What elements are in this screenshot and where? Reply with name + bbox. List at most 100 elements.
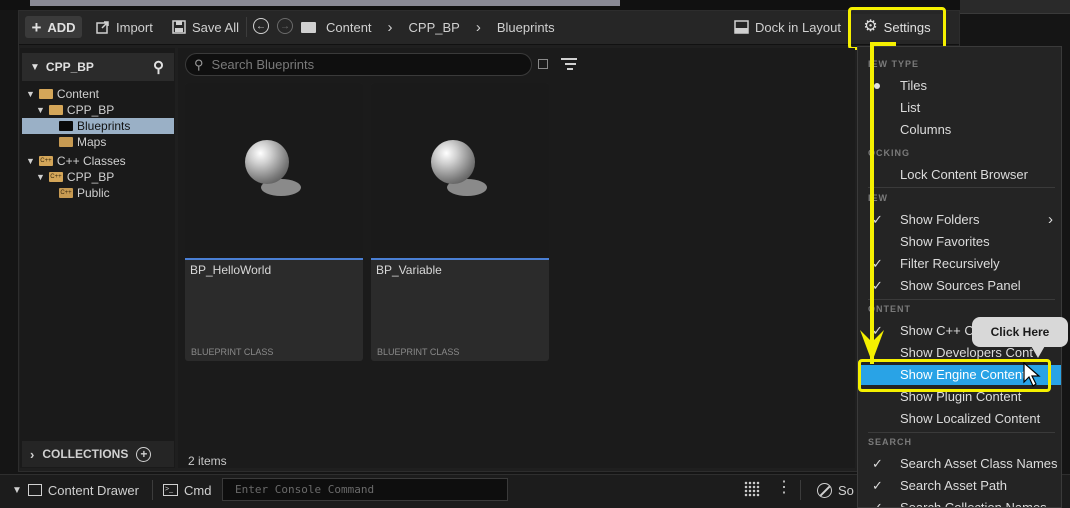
chevron-down-icon: ▼ bbox=[36, 172, 45, 182]
menu-label: Show Sources Panel bbox=[900, 278, 1021, 293]
search-icon[interactable]: ⚲ bbox=[153, 58, 164, 76]
tree-label: CPP_BP bbox=[66, 170, 115, 184]
folder-icon bbox=[59, 121, 73, 131]
content-drawer-button[interactable]: ▼ Content Drawer bbox=[12, 478, 139, 502]
asset-type: BLUEPRINT CLASS bbox=[377, 347, 460, 357]
cpp-folder-icon: C++ bbox=[38, 156, 53, 166]
menu-item-show-sources-panel[interactable]: ✓ Show Sources Panel bbox=[858, 276, 1061, 296]
section-view-type: IEW TYPE bbox=[868, 59, 920, 69]
right-panel-edge bbox=[960, 0, 1070, 14]
save-search-icon[interactable] bbox=[538, 59, 548, 69]
menu-item-search-asset-path[interactable]: ✓ Search Asset Path bbox=[858, 476, 1061, 496]
cmd-button[interactable]: >_ Cmd bbox=[163, 478, 211, 502]
breadcrumb-blueprints[interactable]: Blueprints bbox=[497, 20, 555, 35]
toolbar-divider bbox=[246, 17, 247, 37]
menu-item-search-asset-class-names[interactable]: ✓ Search Asset Class Names bbox=[858, 454, 1061, 474]
radio-selected-icon bbox=[874, 83, 880, 89]
cmd-label: Cmd bbox=[184, 482, 212, 498]
menu-label: Show Developers Cont bbox=[900, 345, 1033, 360]
check-icon: ✓ bbox=[872, 500, 883, 508]
tree-label: C++ Classes bbox=[56, 154, 126, 168]
import-button[interactable]: Import bbox=[96, 16, 153, 38]
source-control-label: So bbox=[838, 482, 854, 498]
chevron-down-icon: ▼ bbox=[36, 105, 45, 115]
menu-separator bbox=[868, 432, 1055, 433]
menu-label: Show C++ Cl bbox=[900, 323, 977, 338]
blueprint-sphere-icon bbox=[245, 140, 289, 184]
sources-header[interactable]: ▼ CPP_BP ⚲ bbox=[22, 53, 174, 81]
source-control-button[interactable]: So bbox=[817, 478, 854, 502]
mouse-cursor-icon bbox=[1023, 362, 1041, 387]
filter-icon[interactable] bbox=[561, 58, 579, 72]
dock-in-layout-button[interactable]: Dock in Layout bbox=[734, 16, 841, 38]
chevron-down-icon: ▼ bbox=[12, 484, 22, 496]
dock-icon bbox=[734, 20, 749, 34]
chevron-down-icon: ▼ bbox=[30, 61, 40, 73]
save-all-label: Save All bbox=[192, 19, 239, 35]
cpp-folder-icon: C++ bbox=[59, 188, 73, 198]
folder-icon bbox=[301, 21, 316, 33]
grid-icon[interactable] bbox=[744, 481, 760, 497]
menu-label: Filter Recursively bbox=[900, 256, 1000, 271]
tree-item-cpp-bp-classes[interactable]: ▼ C++ CPP_BP bbox=[22, 169, 174, 185]
sources-header-label: CPP_BP bbox=[45, 60, 94, 74]
search-icon: ⚲ bbox=[194, 56, 204, 72]
console-command-input[interactable]: Enter Console Command bbox=[222, 478, 508, 501]
terminal-icon: >_ bbox=[163, 484, 178, 496]
menu-item-list[interactable]: List bbox=[858, 98, 1061, 118]
menu-separator bbox=[868, 187, 1055, 188]
click-here-callout: Click Here bbox=[972, 317, 1068, 347]
callout-label: Click Here bbox=[990, 325, 1050, 339]
chevron-right-icon: › bbox=[30, 446, 35, 462]
chevron-down-icon: ▼ bbox=[26, 89, 35, 99]
add-label: ADD bbox=[47, 19, 76, 35]
tree-item-content[interactable]: ▼ Content bbox=[22, 86, 174, 102]
menu-item-show-localized-content[interactable]: Show Localized Content bbox=[858, 409, 1061, 429]
breadcrumb: Content › CPP_BP › Blueprints bbox=[301, 16, 555, 38]
check-icon: ✓ bbox=[872, 478, 883, 493]
menu-item-show-favorites[interactable]: Show Favorites bbox=[858, 232, 1061, 252]
blueprint-sphere-icon bbox=[431, 140, 475, 184]
more-options-icon[interactable]: ⋮ bbox=[776, 480, 792, 496]
asset-tile[interactable]: BP_Variable BLUEPRINT CLASS bbox=[371, 83, 549, 361]
dock-label: Dock in Layout bbox=[755, 19, 841, 35]
tree-item-public[interactable]: C++ Public bbox=[22, 185, 174, 201]
asset-thumbnail bbox=[185, 83, 363, 258]
add-collection-icon[interactable]: + bbox=[136, 446, 152, 462]
settings-highlight-box bbox=[848, 7, 946, 50]
folder-icon bbox=[59, 137, 73, 147]
chevron-right-icon: › bbox=[475, 18, 481, 36]
tree-item-blueprints[interactable]: Blueprints bbox=[22, 118, 174, 134]
asset-tile[interactable]: BP_HelloWorld BLUEPRINT CLASS bbox=[185, 83, 363, 361]
menu-item-show-folders[interactable]: ✓ Show Folders › bbox=[858, 210, 1061, 230]
menu-item-lock-content-browser[interactable]: Lock Content Browser bbox=[858, 165, 1061, 185]
status-divider bbox=[800, 480, 801, 500]
menu-item-filter-recursively[interactable]: ✓ Filter Recursively bbox=[858, 254, 1061, 274]
menu-item-tiles[interactable]: Tiles bbox=[858, 76, 1061, 96]
arrow-head-icon bbox=[860, 330, 884, 362]
menu-item-columns[interactable]: Columns bbox=[858, 120, 1061, 140]
asset-name: BP_HelloWorld bbox=[190, 263, 272, 277]
import-label: Import bbox=[116, 19, 153, 35]
status-divider bbox=[152, 480, 153, 500]
add-button[interactable]: + ADD bbox=[25, 16, 82, 38]
collections-header[interactable]: › COLLECTIONS + bbox=[22, 441, 174, 467]
section-content: ONTENT bbox=[868, 304, 911, 314]
tree-item-cpp-classes[interactable]: ▼ C++ C++ Classes bbox=[22, 153, 174, 169]
breadcrumb-cpp-bp[interactable]: CPP_BP bbox=[409, 20, 460, 35]
menu-item-search-collection-names[interactable]: ✓ Search Collection Names bbox=[858, 498, 1061, 508]
tree-item-cpp-bp[interactable]: ▼ CPP_BP bbox=[22, 102, 174, 118]
forward-arrow-icon[interactable]: → bbox=[277, 18, 293, 34]
asset-type-bar bbox=[371, 258, 549, 260]
cpp-folder-icon: C++ bbox=[48, 172, 63, 182]
save-all-button[interactable]: Save All bbox=[172, 16, 239, 38]
menu-label: Search Asset Class Names bbox=[900, 456, 1058, 471]
chevron-right-icon: › bbox=[387, 18, 393, 36]
search-blueprints-input[interactable]: ⚲ Search Blueprints bbox=[185, 53, 532, 76]
back-arrow-icon[interactable]: ← bbox=[253, 18, 269, 34]
breadcrumb-content[interactable]: Content bbox=[326, 20, 372, 35]
chevron-right-icon: › bbox=[1048, 211, 1053, 228]
tree-item-maps[interactable]: Maps bbox=[22, 134, 174, 150]
annotation-arrow bbox=[870, 42, 874, 364]
section-docking: OCKING bbox=[868, 148, 910, 158]
